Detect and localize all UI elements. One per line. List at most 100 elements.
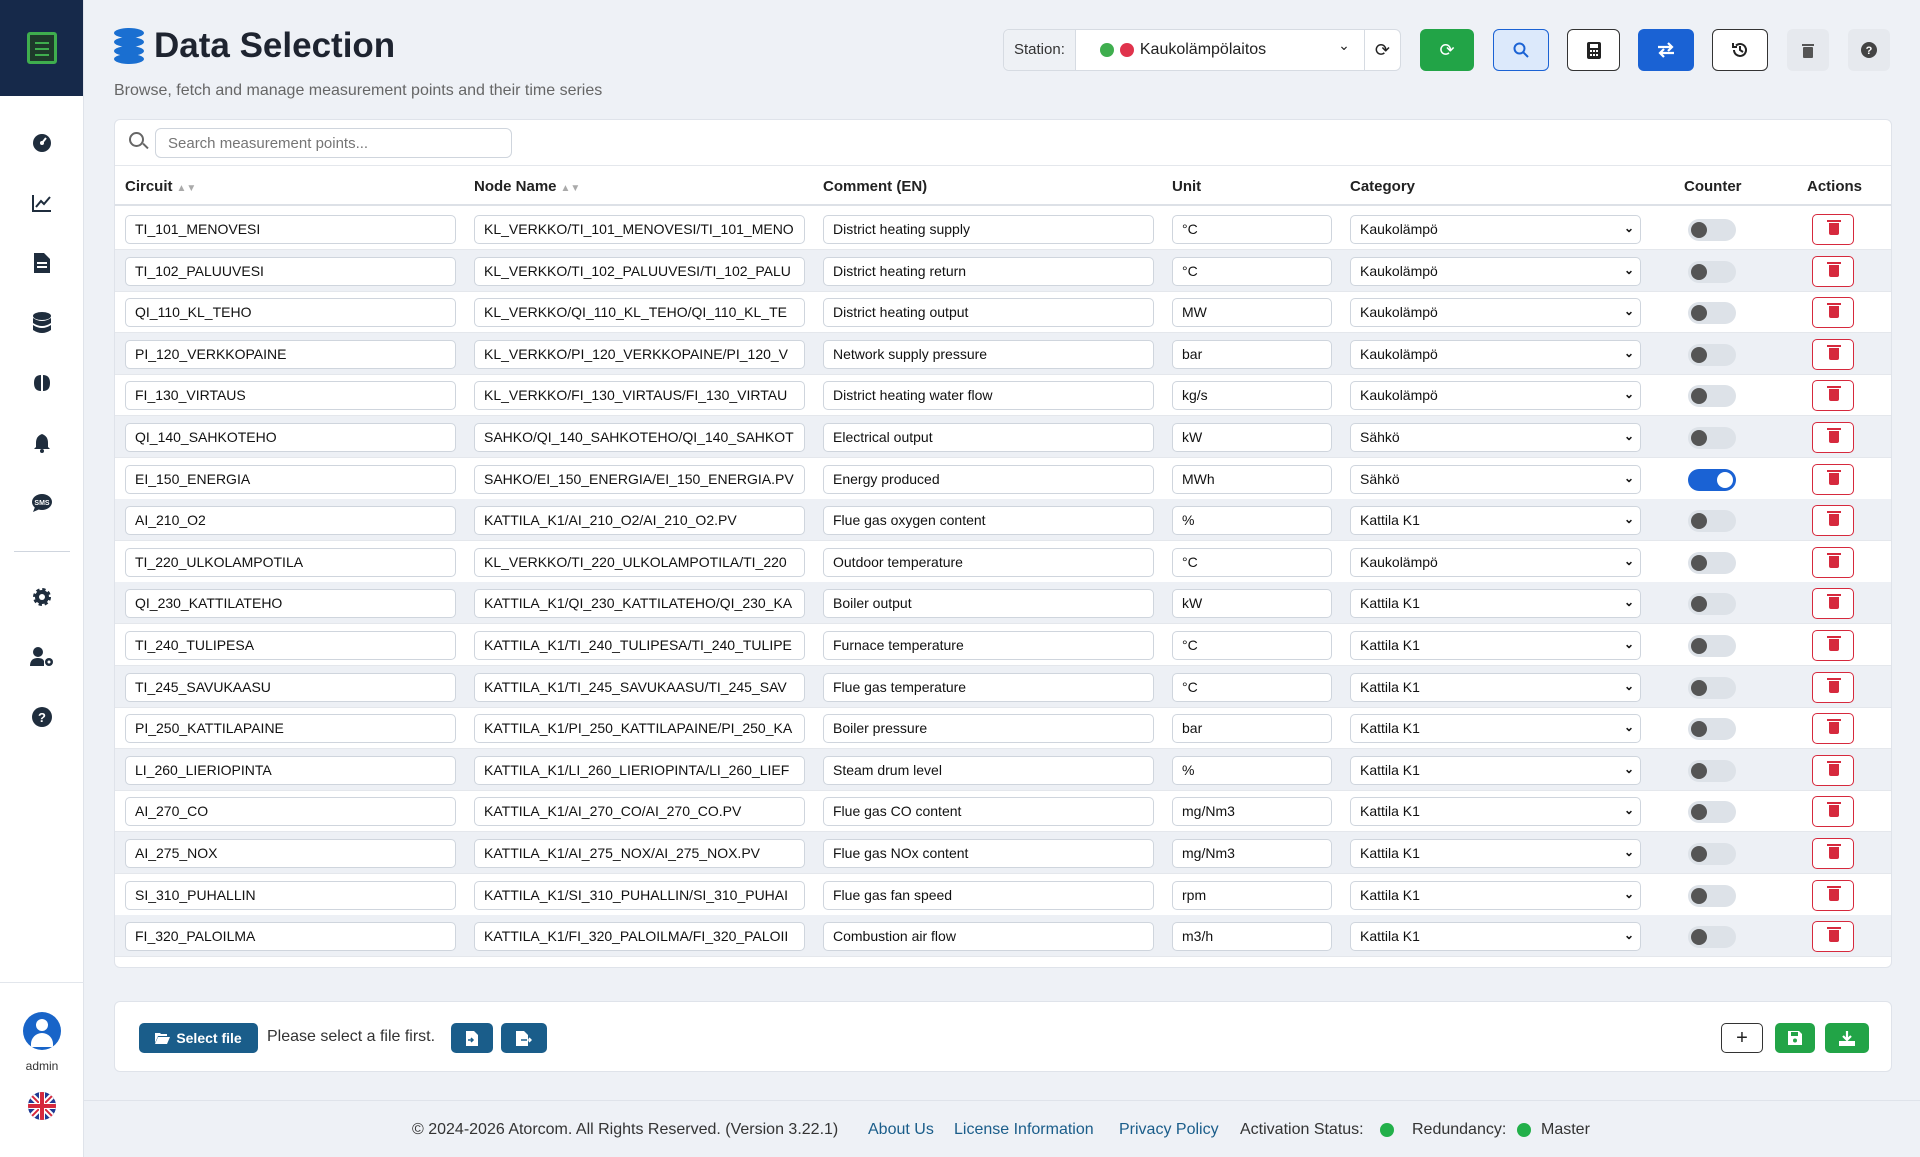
help-button[interactable]: ? [1848,29,1890,71]
delete-row-button[interactable] [1812,588,1854,619]
file-icon[interactable] [30,251,54,275]
station-select[interactable]: Kaukolämpölaitos ⌄ [1076,37,1364,59]
unit-field[interactable]: % [1172,756,1332,785]
circuit-field[interactable]: PI_250_KATTILAPAINE [125,714,456,743]
category-select[interactable]: Kattila K1 ⌄ [1350,506,1641,535]
reload-stations-button[interactable]: ⟳ [1363,30,1400,70]
category-select[interactable]: Kattila K1 ⌄ [1350,631,1641,660]
category-select[interactable]: Kattila K1 ⌄ [1350,797,1641,826]
circuit-field[interactable]: LI_260_LIERIOPINTA [125,756,456,785]
delete-row-button[interactable] [1812,630,1854,661]
node-name-field[interactable]: KATTILA_K1/AI_210_O2/AI_210_O2.PV [474,506,805,535]
unit-field[interactable]: kW [1172,589,1332,618]
comment-field[interactable]: Network supply pressure [823,340,1154,369]
delete-row-button[interactable] [1812,339,1854,370]
counter-toggle[interactable] [1688,552,1736,574]
counter-toggle[interactable] [1688,677,1736,699]
circuit-field[interactable]: PI_120_VERKKOPAINE [125,340,456,369]
category-select[interactable]: Kattila K1 ⌄ [1350,673,1641,702]
category-select[interactable]: Kaukolämpö ⌄ [1350,257,1641,286]
circuit-field[interactable]: AI_270_CO [125,797,456,826]
circuit-field[interactable]: FI_320_PALOILMA [125,922,456,951]
circuit-field[interactable]: SI_310_PUHALLIN [125,881,456,910]
counter-toggle[interactable] [1688,760,1736,782]
sms-icon[interactable]: SMS [30,491,54,515]
comment-field[interactable]: Outdoor temperature [823,548,1154,577]
unit-field[interactable]: m3/h [1172,922,1332,951]
delete-row-button[interactable] [1812,547,1854,578]
delete-row-button[interactable] [1812,214,1854,245]
header-node[interactable]: Node Name ▲▼ [474,178,580,195]
node-name-field[interactable]: KATTILA_K1/SI_310_PUHALLIN/SI_310_PUHAI [474,881,805,910]
circuit-field[interactable]: QI_230_KATTILATEHO [125,589,456,618]
comment-field[interactable]: District heating water flow [823,381,1154,410]
category-select[interactable]: Kaukolämpö ⌄ [1350,381,1641,410]
comment-field[interactable]: Boiler pressure [823,714,1154,743]
delete-row-button[interactable] [1812,838,1854,869]
search-input[interactable] [155,128,512,158]
header-circuit[interactable]: Circuit ▲▼ [125,178,196,195]
comment-field[interactable]: Flue gas temperature [823,673,1154,702]
counter-toggle[interactable] [1688,427,1736,449]
delete-row-button[interactable] [1812,755,1854,786]
history-button[interactable] [1712,29,1768,71]
delete-row-button[interactable] [1812,380,1854,411]
delete-row-button[interactable] [1812,297,1854,328]
unit-field[interactable]: kg/s [1172,381,1332,410]
clear-button[interactable] [1787,29,1829,71]
unit-field[interactable]: mg/Nm3 [1172,797,1332,826]
category-select[interactable]: Kaukolämpö ⌄ [1350,215,1641,244]
node-name-field[interactable]: KL_VERKKO/FI_130_VIRTAUS/FI_130_VIRTAU [474,381,805,410]
category-select[interactable]: Kattila K1 ⌄ [1350,714,1641,743]
comment-field[interactable]: Furnace temperature [823,631,1154,660]
counter-toggle[interactable] [1688,926,1736,948]
circuit-field[interactable]: EI_150_ENERGIA [125,465,456,494]
sync-button[interactable]: ⟳ [1420,29,1474,71]
download-button[interactable] [1825,1023,1869,1053]
unit-field[interactable]: °C [1172,548,1332,577]
circuit-field[interactable]: TI_101_MENOVESI [125,215,456,244]
unit-field[interactable]: bar [1172,340,1332,369]
comment-field[interactable]: Boiler output [823,589,1154,618]
circuit-field[interactable]: QI_110_KL_TEHO [125,298,456,327]
uk-flag-icon[interactable] [28,1092,56,1120]
counter-toggle[interactable] [1688,885,1736,907]
counter-toggle[interactable] [1688,801,1736,823]
node-name-field[interactable]: SAHKO/QI_140_SAHKOTEHO/QI_140_SAHKOT [474,423,805,452]
unit-field[interactable]: °C [1172,673,1332,702]
delete-row-button[interactable] [1812,796,1854,827]
node-name-field[interactable]: KL_VERKKO/TI_220_ULKOLAMPOTILA/TI_220 [474,548,805,577]
delete-row-button[interactable] [1812,713,1854,744]
comment-field[interactable]: District heating supply [823,215,1154,244]
category-select[interactable]: Kattila K1 ⌄ [1350,589,1641,618]
unit-field[interactable]: mg/Nm3 [1172,839,1332,868]
category-select[interactable]: Kaukolämpö ⌄ [1350,298,1641,327]
delete-row-button[interactable] [1812,672,1854,703]
node-name-field[interactable]: KATTILA_K1/QI_230_KATTILATEHO/QI_230_KA [474,589,805,618]
node-name-field[interactable]: KATTILA_K1/AI_270_CO/AI_270_CO.PV [474,797,805,826]
category-select[interactable]: Kattila K1 ⌄ [1350,881,1641,910]
unit-field[interactable]: °C [1172,631,1332,660]
circuit-field[interactable]: TI_245_SAVUKAASU [125,673,456,702]
delete-row-button[interactable] [1812,921,1854,952]
counter-toggle[interactable] [1688,219,1736,241]
category-select[interactable]: Kattila K1 ⌄ [1350,922,1641,951]
unit-field[interactable]: bar [1172,714,1332,743]
comment-field[interactable]: Flue gas NOx content [823,839,1154,868]
node-name-field[interactable]: SAHKO/EI_150_ENERGIA/EI_150_ENERGIA.PV [474,465,805,494]
node-name-field[interactable]: KATTILA_K1/TI_245_SAVUKAASU/TI_245_SAV [474,673,805,702]
comment-field[interactable]: Flue gas fan speed [823,881,1154,910]
export-button[interactable] [501,1023,547,1053]
node-name-field[interactable]: KL_VERKKO/TI_102_PALUUVESI/TI_102_PALU [474,257,805,286]
dashboard-icon[interactable] [30,131,54,155]
comment-field[interactable]: Combustion air flow [823,922,1154,951]
user-settings-icon[interactable] [30,645,54,669]
brain-icon[interactable] [30,371,54,395]
counter-toggle[interactable] [1688,510,1736,532]
circuit-field[interactable]: FI_130_VIRTAUS [125,381,456,410]
unit-field[interactable]: °C [1172,215,1332,244]
transfer-button[interactable] [1638,29,1694,71]
node-name-field[interactable]: KL_VERKKO/PI_120_VERKKOPAINE/PI_120_V [474,340,805,369]
category-select[interactable]: Sähkö ⌄ [1350,465,1641,494]
unit-field[interactable]: kW [1172,423,1332,452]
